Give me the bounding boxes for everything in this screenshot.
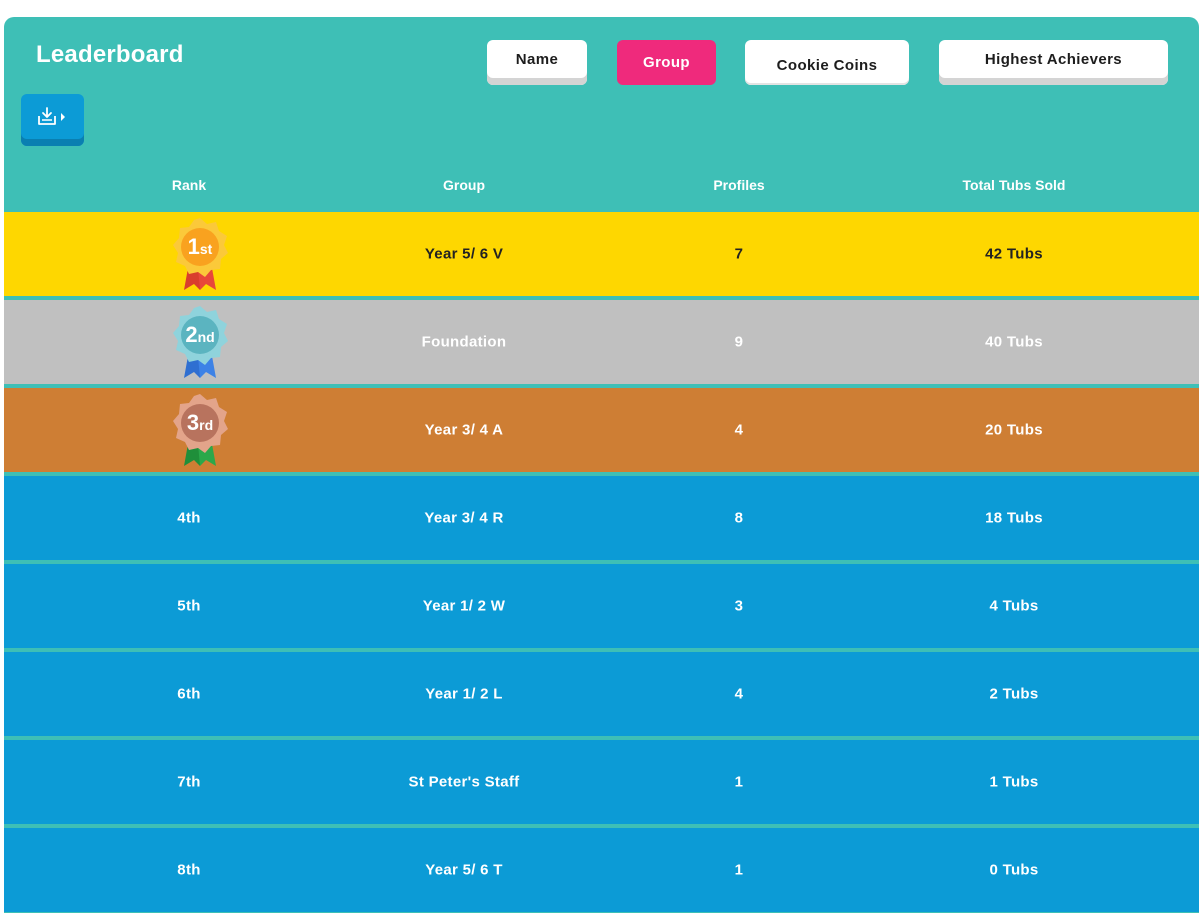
group-cell: Year 1/ 2 W [422, 597, 506, 615]
page-title: Leaderboard [36, 41, 184, 68]
column-header-total-tubs: Total Tubs Sold [962, 177, 1066, 193]
column-header-group: Group [443, 177, 485, 193]
rank-cell: 6th [177, 685, 201, 703]
profiles-cell: 1 [734, 861, 744, 879]
tab-cookie-coins[interactable]: Cookie Coins [745, 40, 909, 85]
tab-highest-achievers[interactable]: Highest Achievers [939, 40, 1168, 85]
group-cell: Year 5/ 6 V [424, 245, 504, 263]
tubs-cell: 40 Tubs [985, 333, 1043, 351]
group-cell: Year 3/ 4 A [424, 421, 504, 439]
group-cell: Year 3/ 4 R [424, 509, 504, 527]
column-header-rank: Rank [171, 177, 207, 193]
table-row: 1st Year 5/ 6 V 7 42 Tubs [4, 212, 1199, 296]
profiles-cell: 7 [734, 245, 744, 263]
group-cell: Foundation [421, 333, 507, 351]
rank-cell: 4th [177, 509, 201, 527]
column-header-profiles: Profiles [713, 177, 765, 193]
table-row: 5th Year 1/ 2 W 3 4 Tubs [4, 564, 1199, 648]
tubs-cell: 0 Tubs [989, 861, 1039, 879]
table-row: 4th Year 3/ 4 R 8 18 Tubs [4, 476, 1199, 560]
download-tray-icon [37, 107, 65, 125]
profiles-cell: 3 [734, 597, 744, 615]
silver-medal-icon: 2nd [173, 306, 228, 378]
group-cell: St Peter's Staff [408, 773, 520, 791]
profiles-cell: 9 [734, 333, 744, 351]
leaderboard-panel: Leaderboard Name Group Cookie Coins High… [4, 17, 1199, 913]
rank-cell: 7th [177, 773, 201, 791]
table-row: 7th St Peter's Staff 1 1 Tubs [4, 740, 1199, 824]
profiles-cell: 1 [734, 773, 744, 791]
tab-name[interactable]: Name [487, 40, 587, 85]
table-row: 6th Year 1/ 2 L 4 2 Tubs [4, 652, 1199, 736]
group-cell: Year 5/ 6 T [425, 861, 503, 879]
group-cell: Year 1/ 2 L [425, 685, 503, 703]
tubs-cell: 20 Tubs [985, 421, 1043, 439]
tubs-cell: 1 Tubs [989, 773, 1039, 791]
table-row: 2nd Foundation 9 40 Tubs [4, 300, 1199, 384]
tab-group[interactable]: Group [617, 40, 716, 85]
bronze-medal-icon: 3rd [173, 394, 228, 466]
profiles-cell: 4 [734, 421, 744, 439]
tubs-cell: 42 Tubs [985, 245, 1043, 263]
tubs-cell: 2 Tubs [989, 685, 1039, 703]
rank-cell: 5th [177, 597, 201, 615]
table-row: 3rd Year 3/ 4 A 4 20 Tubs [4, 388, 1199, 472]
export-button[interactable] [21, 94, 84, 146]
gold-medal-icon: 1st [173, 218, 228, 290]
table-row: 8th Year 5/ 6 T 1 0 Tubs [4, 828, 1199, 912]
tubs-cell: 4 Tubs [989, 597, 1039, 615]
profiles-cell: 8 [734, 509, 744, 527]
tubs-cell: 18 Tubs [985, 509, 1043, 527]
rank-cell: 8th [177, 861, 201, 879]
profiles-cell: 4 [734, 685, 744, 703]
